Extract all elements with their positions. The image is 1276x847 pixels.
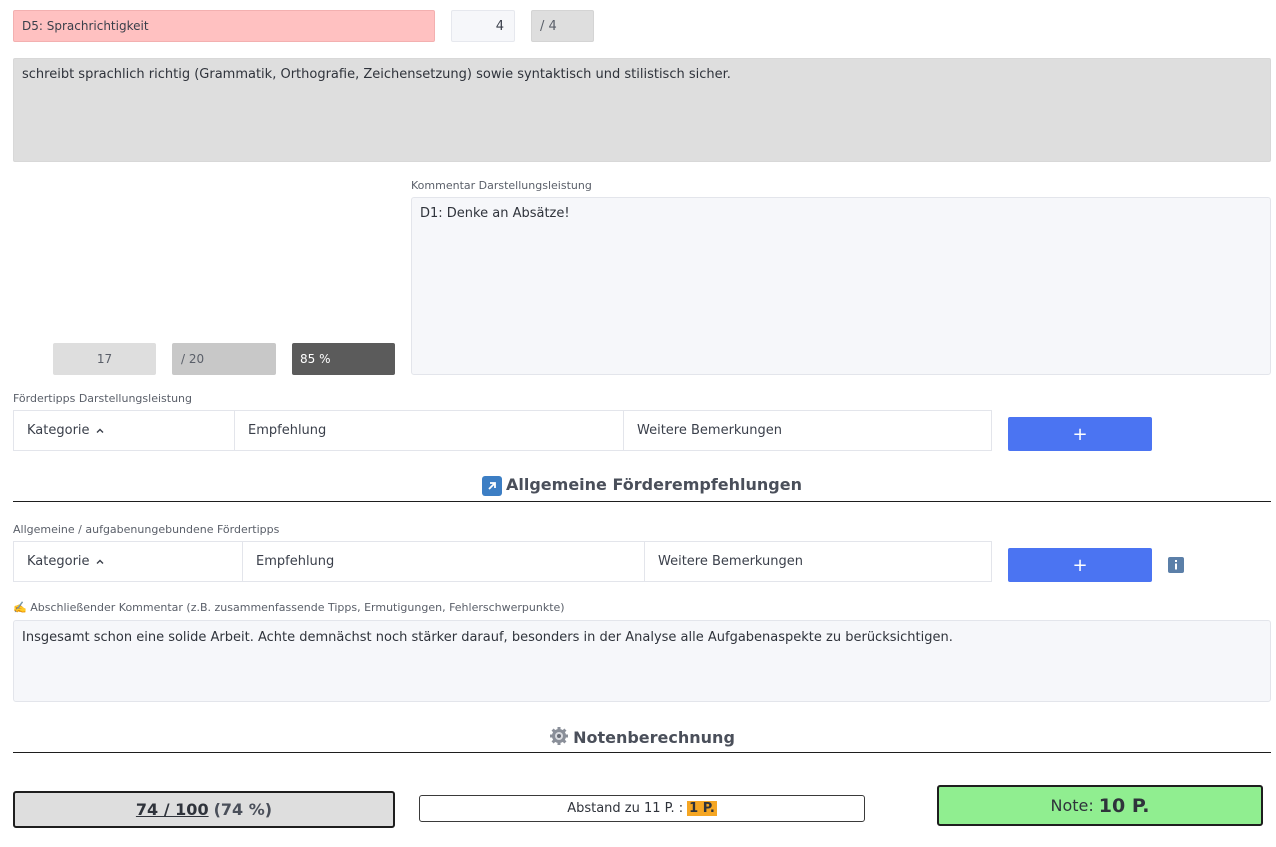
column-header-bemerkungen[interactable]: Weitere Bemerkungen: [645, 542, 991, 581]
criterion-score-input[interactable]: 4: [451, 10, 515, 42]
criterion-max-score: / 4: [531, 10, 594, 42]
writing-hand-icon: ✍️: [13, 601, 27, 614]
column-header-kategorie[interactable]: Kategorie: [14, 542, 243, 581]
grade-value: 10 P.: [1098, 794, 1150, 817]
grade-label: Note:: [1050, 796, 1094, 815]
arrow-up-right-icon: [482, 476, 502, 496]
presentation-sum-max: / 20: [172, 343, 276, 375]
chevron-up-icon: [96, 428, 104, 433]
grade-gap-label: Abstand zu 11 P. :: [567, 801, 684, 816]
presentation-sum-percent: 85 %: [292, 343, 395, 375]
final-comment-textarea[interactable]: Insgesamt schon eine solide Arbeit. Acht…: [13, 620, 1271, 702]
presentation-tips-label: Fördertipps Darstellungsleistung: [13, 392, 192, 405]
info-icon[interactable]: [1168, 557, 1184, 573]
column-header-empfehlung[interactable]: Empfehlung: [235, 411, 624, 450]
general-section-title-text: Allgemeine Förderempfehlungen: [506, 475, 802, 494]
total-score-box: 74 / 100 (74 %): [13, 791, 395, 828]
gear-icon: [549, 726, 569, 746]
final-comment-label: ✍️ Abschließender Kommentar (z.B. zusamm…: [13, 601, 565, 614]
general-section-divider: [13, 501, 1271, 502]
total-percent: (74 %): [213, 800, 273, 819]
grade-gap-value: 1 P.: [687, 801, 717, 816]
grade-gap-box: Abstand zu 11 P. : 1 P.: [419, 795, 865, 822]
add-presentation-tip-button[interactable]: +: [1008, 417, 1152, 451]
column-header-bemerkungen[interactable]: Weitere Bemerkungen: [624, 411, 991, 450]
general-section-title: Allgemeine Förderempfehlungen: [13, 475, 1271, 496]
column-header-empfehlung[interactable]: Empfehlung: [243, 542, 645, 581]
grading-section-title-text: Notenberechnung: [573, 728, 735, 747]
general-tips-table-header: Kategorie Empfehlung Weitere Bemerkungen: [13, 541, 992, 582]
grading-section-title: Notenberechnung: [13, 726, 1271, 747]
presentation-comment-label: Kommentar Darstellungsleistung: [411, 179, 592, 192]
column-header-kategorie[interactable]: Kategorie: [14, 411, 235, 450]
column-header-label: Kategorie: [27, 423, 90, 438]
presentation-sum-score: 17: [53, 343, 156, 375]
total-score: 74 / 100: [135, 800, 209, 819]
add-general-tip-button[interactable]: +: [1008, 548, 1152, 582]
criterion-title: D5: Sprachrichtigkeit: [13, 10, 435, 42]
criterion-description: schreibt sprachlich richtig (Grammatik, …: [13, 58, 1271, 162]
grading-section-divider: [13, 752, 1271, 753]
column-header-label: Weitere Bemerkungen: [637, 423, 783, 438]
presentation-tips-table-header: Kategorie Empfehlung Weitere Bemerkungen: [13, 410, 992, 451]
column-header-label: Weitere Bemerkungen: [658, 554, 804, 569]
column-header-label: Empfehlung: [256, 554, 335, 569]
chevron-up-icon: [96, 559, 104, 564]
general-tips-label: Allgemeine / aufgabenungebundene Fördert…: [13, 523, 280, 536]
final-grade-box: Note: 10 P.: [937, 785, 1263, 826]
column-header-label: Kategorie: [27, 554, 90, 569]
column-header-label: Empfehlung: [248, 423, 327, 438]
final-comment-label-text: Abschließender Kommentar (z.B. zusammenf…: [30, 601, 565, 614]
presentation-comment-textarea[interactable]: D1: Denke an Absätze!: [411, 197, 1271, 375]
